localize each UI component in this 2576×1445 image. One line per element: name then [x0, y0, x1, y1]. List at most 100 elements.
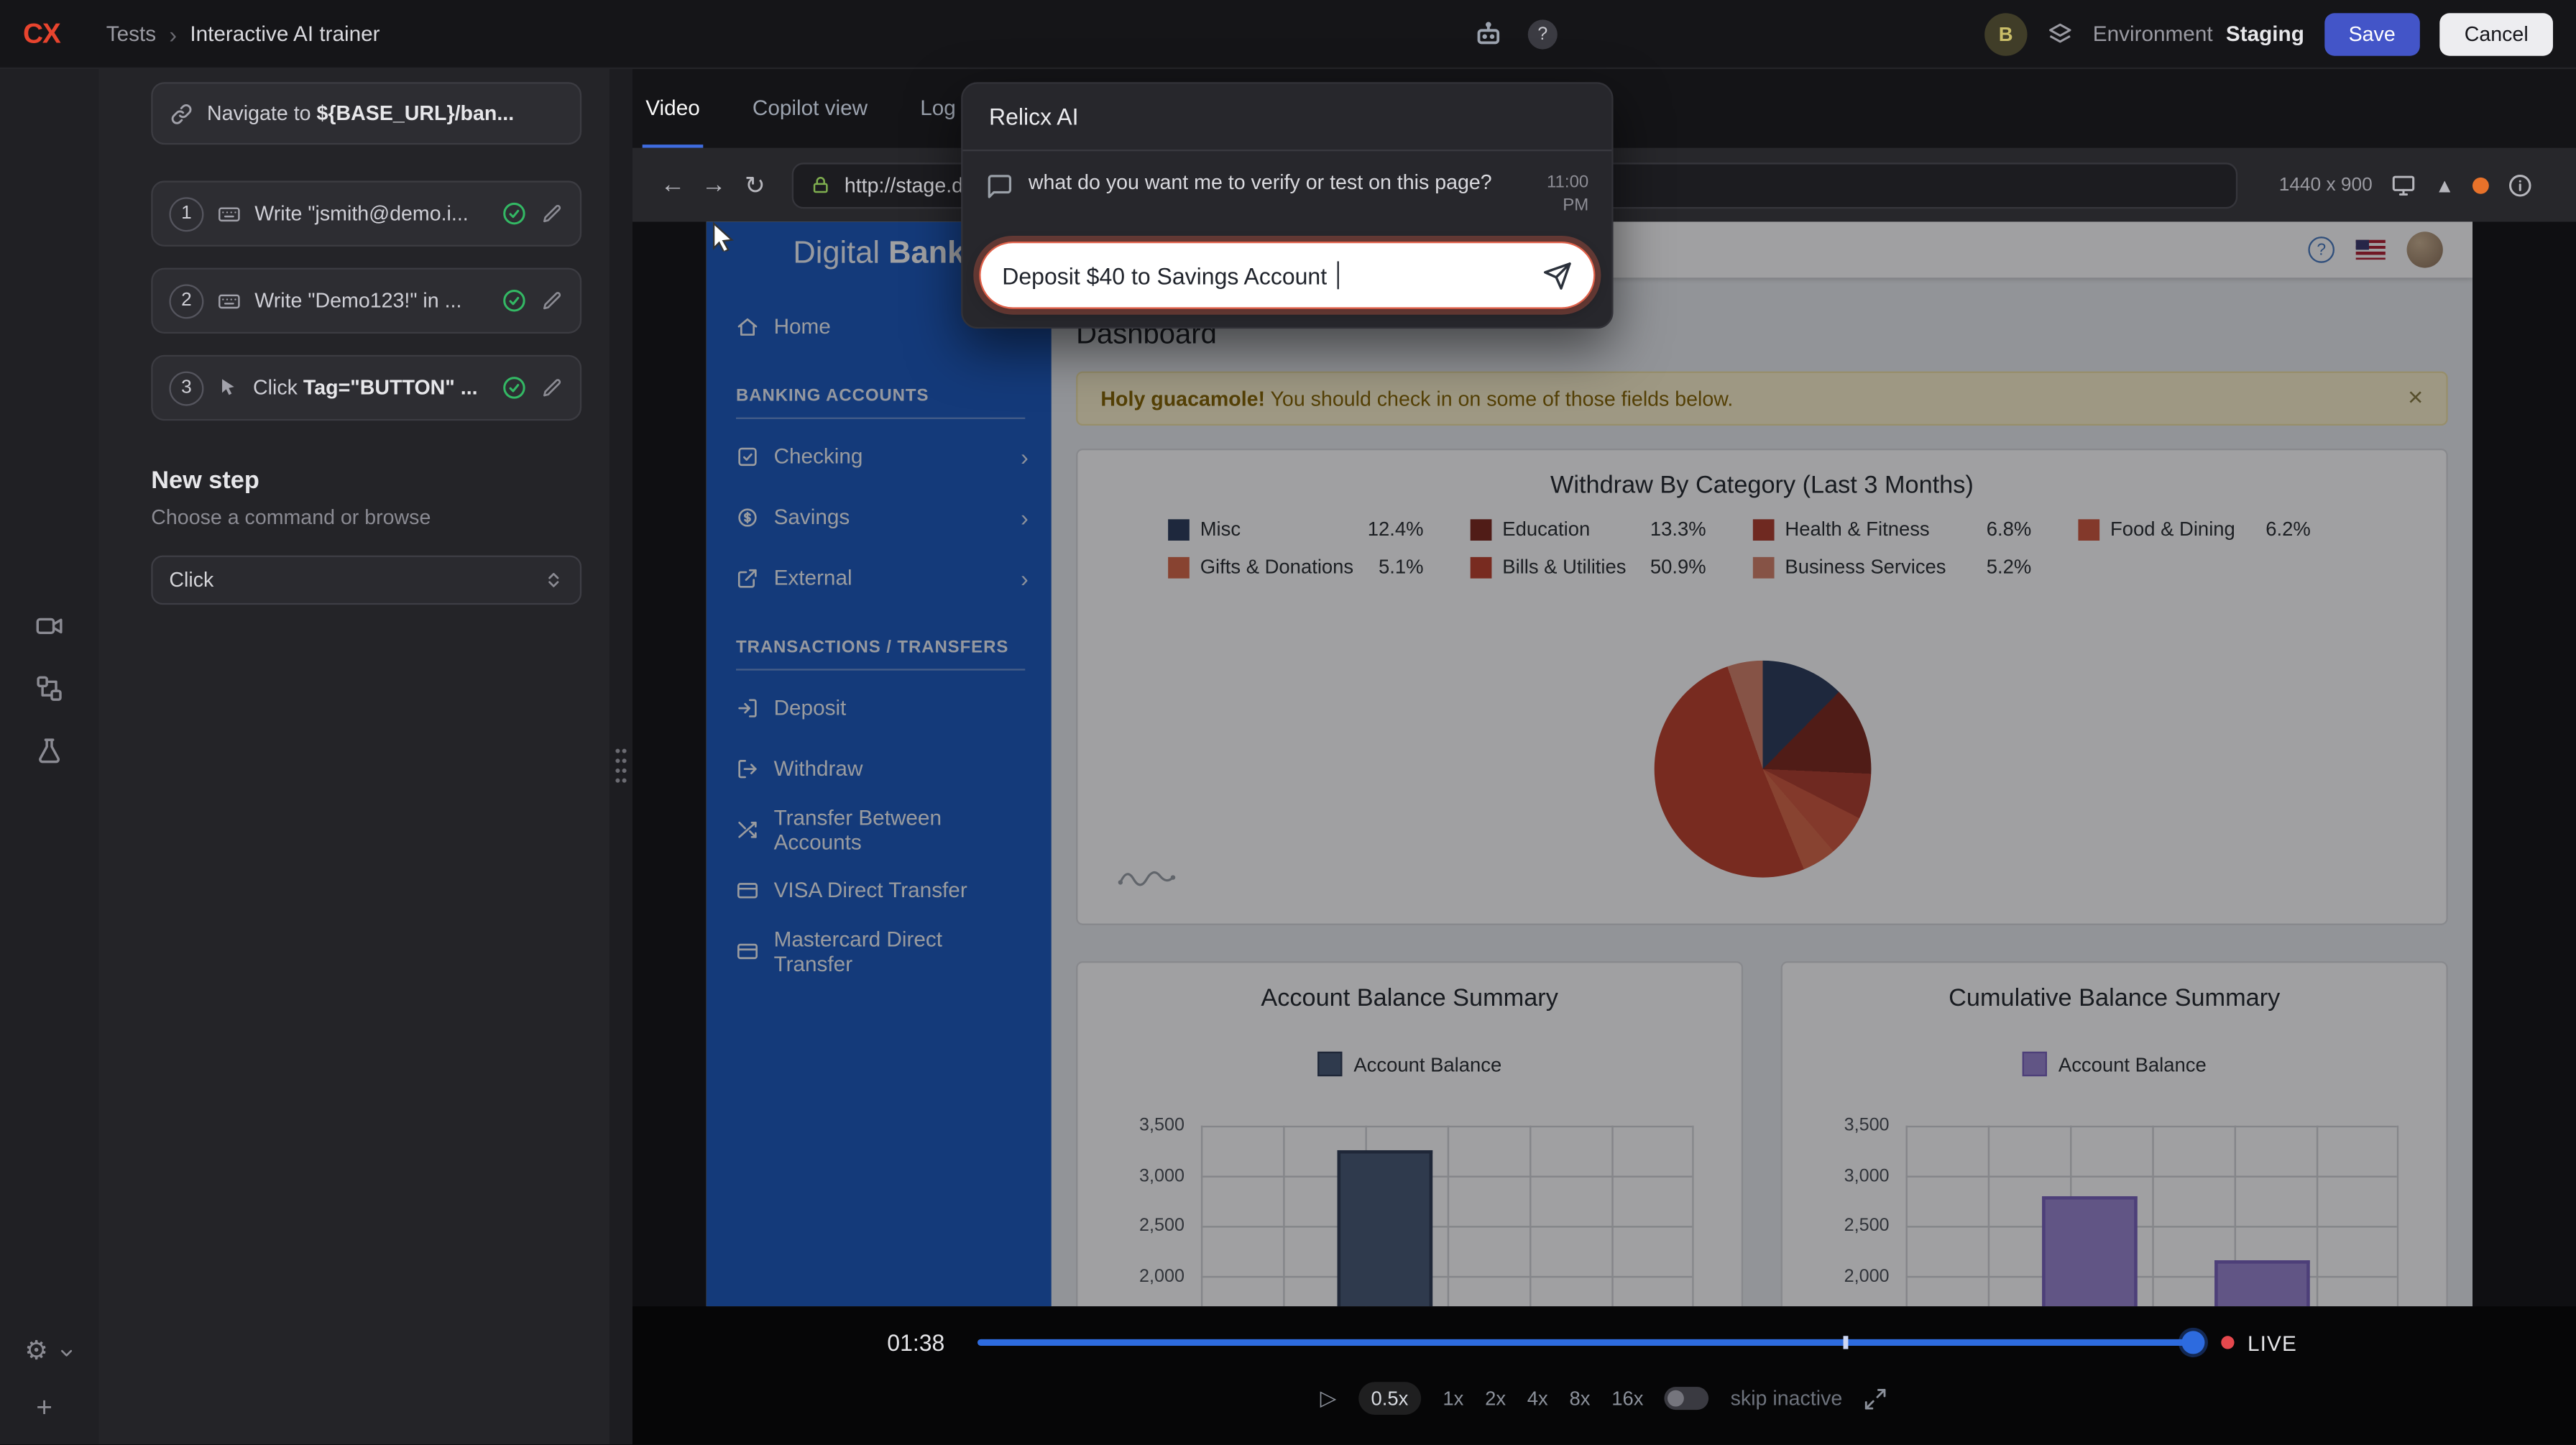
monitor-icon[interactable]: [2391, 172, 2417, 198]
bank-nav-checking[interactable]: Checking ›: [707, 426, 1052, 487]
alert-close-icon[interactable]: ×: [2408, 384, 2423, 413]
user-avatar[interactable]: B: [1984, 12, 2027, 55]
timeline-slider[interactable]: [978, 1339, 2204, 1346]
recording-dot-icon: [2472, 177, 2489, 193]
bank-sidebar: Digital Bank Home BANKING ACCOUNTS Check…: [707, 222, 1052, 1307]
video-viewport[interactable]: Digital Bank Home BANKING ACCOUNTS Check…: [632, 222, 2576, 1307]
sparkline-icon: [1117, 866, 1176, 897]
edit-step-icon[interactable]: [540, 289, 564, 312]
tab-log[interactable]: Log: [917, 69, 960, 148]
playhead[interactable]: [2182, 1331, 2205, 1354]
speed-4x-button[interactable]: 4x: [1527, 1387, 1548, 1410]
bank-nav-mastercard-transfer[interactable]: Mastercard Direct Transfer: [707, 920, 1052, 981]
play-icon[interactable]: ▷: [1320, 1385, 1337, 1412]
bank-nav-external[interactable]: External ›: [707, 547, 1052, 608]
bank-nav-visa-transfer[interactable]: VISA Direct Transfer: [707, 859, 1052, 920]
command-select[interactable]: Click: [151, 556, 581, 605]
speed-2x-button[interactable]: 2x: [1485, 1387, 1506, 1410]
test-flask-icon[interactable]: [34, 736, 64, 766]
bar: [1338, 1151, 1433, 1307]
speed-0-5x-button[interactable]: 0.5x: [1358, 1382, 1421, 1415]
bank-nav-transfer[interactable]: Transfer Between Accounts: [707, 799, 1052, 860]
save-button[interactable]: Save: [2324, 12, 2420, 55]
environment-value[interactable]: Staging: [2226, 22, 2304, 46]
summary-cards-row: Account Balance Summary Account Balance …: [1076, 961, 2448, 1306]
bank-user-avatar[interactable]: [2407, 231, 2443, 267]
step-card-3[interactable]: 3 Click Tag="BUTTON" ...: [151, 355, 581, 421]
bank-nav-deposit[interactable]: Deposit: [707, 677, 1052, 738]
help-icon[interactable]: ?: [1528, 19, 1558, 49]
back-icon[interactable]: ←: [659, 171, 687, 199]
withdraw-pie-chart: [1654, 661, 1871, 878]
bar-chart-legend: Account Balance: [1782, 1052, 2446, 1076]
chevron-down-icon[interactable]: [58, 1344, 76, 1362]
tab-video[interactable]: Video: [643, 69, 704, 148]
edit-step-icon[interactable]: [540, 202, 564, 225]
cancel-button[interactable]: Cancel: [2439, 12, 2553, 55]
playback-bar: 01:38 LIVE ▷ 0.5x 1x 2x 4x 8x 16x skip i…: [632, 1306, 2576, 1444]
speed-16x-button[interactable]: 16x: [1611, 1387, 1643, 1410]
bank-nav-savings[interactable]: Savings ›: [707, 487, 1052, 548]
add-button[interactable]: +: [36, 1392, 98, 1425]
step-card-2[interactable]: 2 Write "Demo123!" in ...: [151, 268, 581, 334]
step-card-1[interactable]: 1 Write "jsmith@demo.i...: [151, 180, 581, 246]
savings-icon: [736, 505, 759, 528]
resolution-label: 1440 x 900: [2279, 175, 2373, 194]
timeline-progress: [978, 1339, 2193, 1346]
settings-gear-icon[interactable]: ⚙: [24, 1339, 48, 1366]
forward-icon[interactable]: →: [700, 171, 728, 199]
bank-nav-label: Home: [774, 314, 831, 339]
bank-nav-withdraw[interactable]: Withdraw: [707, 738, 1052, 799]
live-label[interactable]: LIVE: [2248, 1330, 2297, 1354]
bank-help-icon[interactable]: ?: [2308, 237, 2334, 263]
ai-command-input[interactable]: Deposit $40 to Savings Account: [979, 242, 1595, 310]
bank-section-banking-accounts: BANKING ACCOUNTS: [736, 386, 1025, 419]
cursor-triangle-icon[interactable]: ▲: [2435, 173, 2455, 196]
breadcrumb: Tests › Interactive AI trainer: [106, 21, 380, 47]
reload-icon[interactable]: ↻: [741, 170, 769, 200]
edit-step-icon[interactable]: [540, 376, 564, 399]
account-balance-chart: [1201, 1126, 1694, 1306]
us-flag-icon[interactable]: [2356, 240, 2386, 260]
workflow-icon[interactable]: [34, 674, 64, 703]
tab-copilot-view[interactable]: Copilot view: [749, 69, 870, 148]
deposit-icon: [736, 696, 759, 719]
y-tick: 3,500: [1844, 1116, 1890, 1135]
speed-8x-button[interactable]: 8x: [1570, 1387, 1591, 1410]
step-number: 1: [169, 196, 203, 231]
timeline-marker: [1844, 1336, 1848, 1349]
link-icon: [169, 101, 193, 126]
lock-icon: [810, 174, 832, 196]
withdraw-icon: [736, 757, 759, 780]
y-tick: 2,500: [1844, 1216, 1890, 1235]
assistant-robot-icon[interactable]: [1472, 18, 1505, 51]
y-tick: 2,000: [1844, 1266, 1890, 1285]
keyboard-icon: [217, 288, 242, 313]
speed-1x-button[interactable]: 1x: [1443, 1387, 1463, 1410]
send-icon[interactable]: [1542, 261, 1572, 290]
alert-banner: Holy guacamole! You should check in on s…: [1076, 372, 2448, 426]
relicx-logo[interactable]: CX: [23, 17, 60, 50]
fullscreen-icon[interactable]: [1864, 1386, 1888, 1410]
breadcrumb-tests[interactable]: Tests: [106, 22, 156, 46]
y-tick: 2,000: [1139, 1266, 1184, 1285]
bank-nav-label: Savings: [774, 505, 850, 529]
home-icon: [736, 315, 759, 338]
bank-nav-label: Withdraw: [774, 756, 863, 780]
chat-bubble-icon: [985, 173, 1013, 201]
step-success-check-icon: [501, 201, 528, 227]
navigate-step-card[interactable]: Navigate to ${BASE_URL}/ban...: [151, 82, 581, 144]
skip-inactive-toggle[interactable]: [1665, 1387, 1709, 1410]
topbar-center-icons: ?: [1472, 0, 1558, 69]
playback-controls: ▷ 0.5x 1x 2x 4x 8x 16x skip inactive: [632, 1382, 2576, 1415]
bank-nav-label: Checking: [774, 444, 863, 468]
y-tick: 3,000: [1139, 1166, 1184, 1185]
message-timestamp: 11:00 PM: [1526, 171, 1588, 218]
panel-resize-handle[interactable]: [610, 69, 632, 1444]
legend-swatch: [1470, 518, 1491, 540]
legend-item: Education13.3%: [1470, 518, 1752, 541]
skip-inactive-label: skip inactive: [1731, 1387, 1843, 1410]
video-camera-icon[interactable]: [34, 611, 64, 641]
legend-swatch: [1167, 556, 1189, 578]
info-icon[interactable]: [2507, 172, 2534, 198]
